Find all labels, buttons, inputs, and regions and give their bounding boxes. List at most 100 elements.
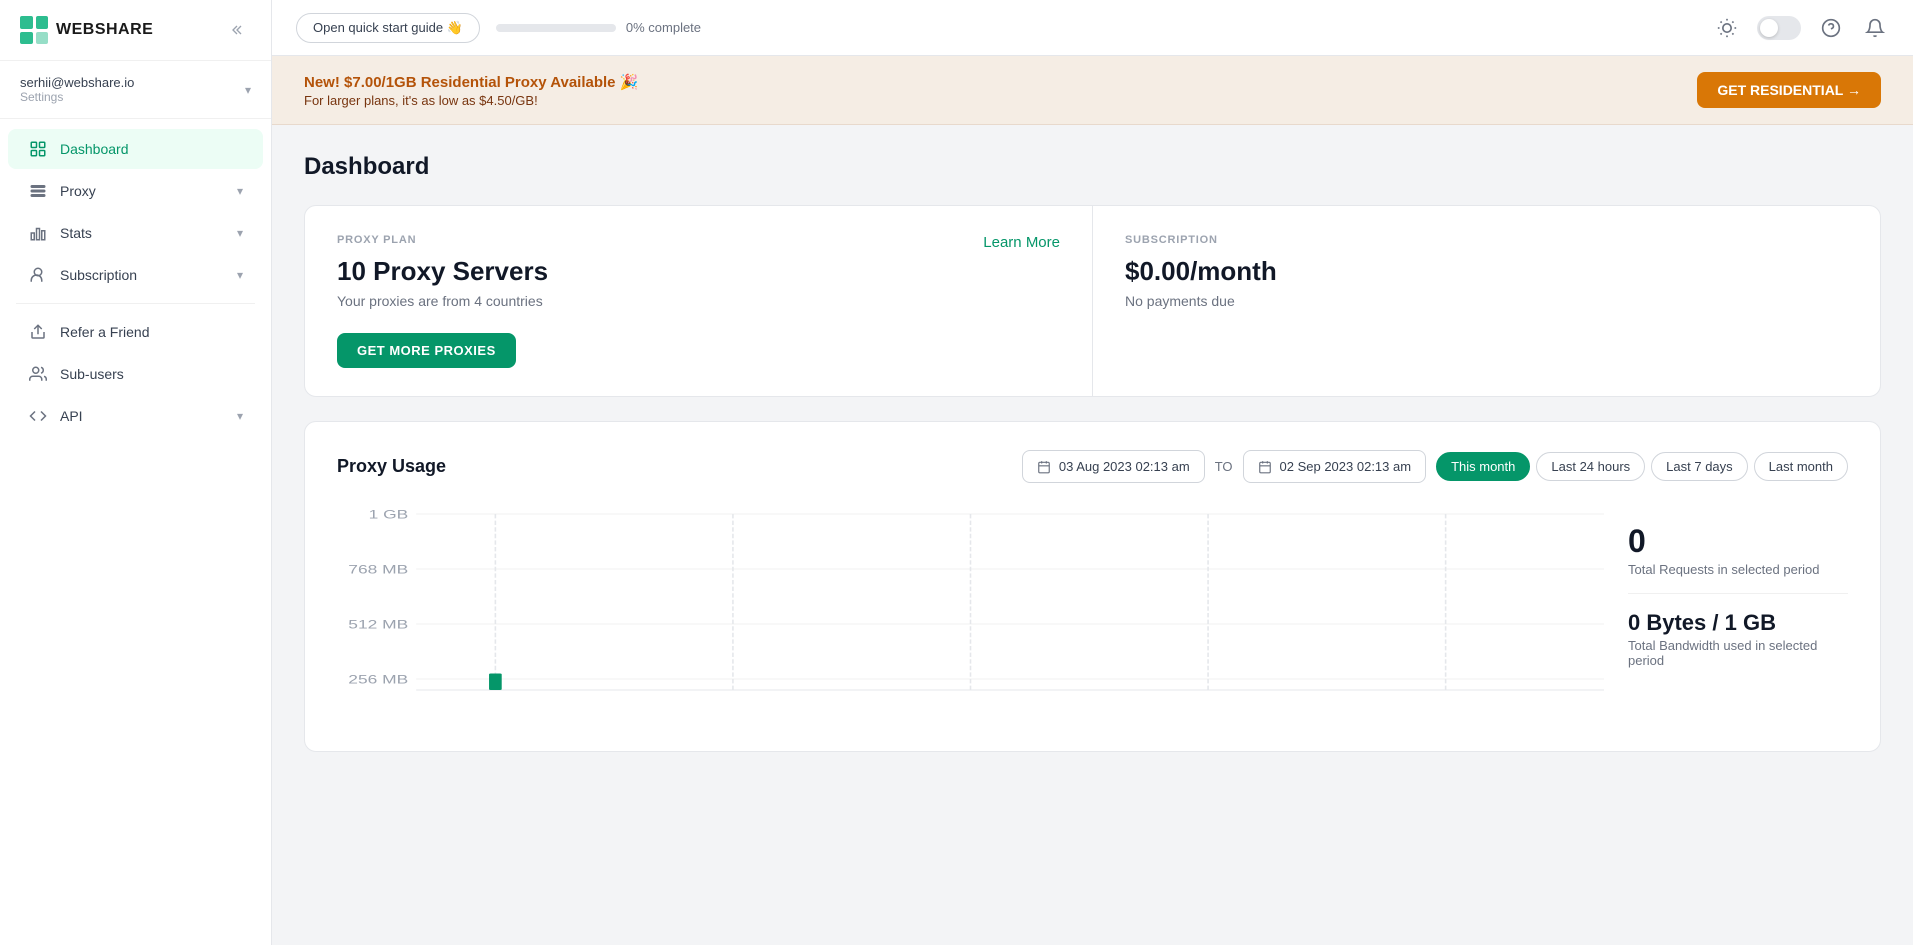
topbar-right (1713, 14, 1889, 42)
user-settings-label: Settings (20, 90, 237, 104)
sidebar-item-subusers-label: Sub-users (60, 366, 243, 382)
chart-area: 1 GB 768 MB 512 MB 256 MB (337, 503, 1848, 723)
topbar-left: Open quick start guide 👋 0% complete (296, 13, 701, 43)
stat-divider (1628, 593, 1848, 594)
date-separator: TO (1215, 459, 1233, 474)
filter-last-24-label: Last 24 hours (1551, 459, 1630, 474)
get-more-proxies-label: GET MORE PROXIES (357, 343, 496, 358)
bandwidth-label: Total Bandwidth used in selected period (1628, 638, 1848, 668)
date-to-value: 02 Sep 2023 02:13 am (1280, 459, 1412, 474)
sidebar-navigation: Dashboard Proxy ▾ Stats ▾ Subscription ▾ (0, 119, 271, 945)
svg-text:1 GB: 1 GB (369, 508, 409, 522)
filter-last-month[interactable]: Last month (1754, 452, 1848, 481)
calendar-icon (1037, 460, 1051, 474)
sidebar-item-dashboard[interactable]: Dashboard (8, 129, 263, 169)
dashboard-icon (28, 139, 48, 159)
filter-last-7-days[interactable]: Last 7 days (1651, 452, 1748, 481)
progress-bar-outer (496, 24, 616, 32)
get-more-proxies-button[interactable]: GET MORE PROXIES (337, 333, 516, 368)
proxy-chevron-icon: ▾ (237, 184, 243, 198)
filter-last-24-hours[interactable]: Last 24 hours (1536, 452, 1645, 481)
proxy-usage-section: Proxy Usage 03 Aug 2023 02:13 am TO 02 S… (304, 421, 1881, 752)
sidebar-logo-area: WEBSHARE (0, 0, 271, 61)
topbar: Open quick start guide 👋 0% complete (272, 0, 1913, 56)
user-menu-chevron-icon: ▾ (245, 83, 251, 97)
nav-divider (16, 303, 255, 304)
proxy-plan-card: PROXY PLAN 10 Proxy Servers Your proxies… (305, 206, 1092, 396)
page-title: Dashboard (304, 153, 1881, 181)
get-residential-button[interactable]: GET RESIDENTIAL → (1697, 72, 1881, 108)
total-requests-value: 0 (1628, 523, 1848, 560)
subscription-status: No payments due (1125, 293, 1848, 309)
subscription-card-label: SUBSCRIPTION (1125, 234, 1848, 246)
promotional-banner: New! $7.00/1GB Residential Proxy Availab… (272, 56, 1913, 125)
usage-chart: 1 GB 768 MB 512 MB 256 MB (337, 503, 1604, 723)
summary-cards: PROXY PLAN 10 Proxy Servers Your proxies… (304, 205, 1881, 397)
refer-icon (28, 322, 48, 342)
subscription-icon (28, 265, 48, 285)
proxy-plan-label: PROXY PLAN (337, 234, 1060, 246)
quick-start-button[interactable]: Open quick start guide 👋 (296, 13, 480, 43)
calendar-to-icon (1258, 460, 1272, 474)
user-info: serhii@webshare.io Settings (20, 75, 237, 104)
sidebar-item-proxy-label: Proxy (60, 183, 225, 199)
sidebar-item-api[interactable]: API ▾ (8, 396, 263, 436)
progress-container: 0% complete (496, 20, 701, 35)
bandwidth-stat: 0 Bytes / 1 GB Total Bandwidth used in s… (1628, 610, 1848, 668)
subusers-icon (28, 364, 48, 384)
stats-icon (28, 223, 48, 243)
filter-this-month-label: This month (1451, 459, 1515, 474)
sidebar-item-refer[interactable]: Refer a Friend (8, 312, 263, 352)
theme-toggle-button[interactable] (1713, 14, 1741, 42)
bandwidth-value: 0 Bytes / 1 GB (1628, 610, 1848, 636)
usage-title: Proxy Usage (337, 456, 446, 477)
svg-text:256 MB: 256 MB (348, 673, 408, 687)
proxy-icon (28, 181, 48, 201)
dark-mode-toggle[interactable] (1757, 16, 1801, 40)
user-email: serhii@webshare.io (20, 75, 237, 90)
sidebar-item-stats-label: Stats (60, 225, 225, 241)
subscription-price: $0.00/month (1125, 256, 1848, 287)
sidebar-item-subusers[interactable]: Sub-users (8, 354, 263, 394)
api-chevron-icon: ▾ (237, 409, 243, 423)
date-from-value: 03 Aug 2023 02:13 am (1059, 459, 1190, 474)
sidebar-item-stats[interactable]: Stats ▾ (8, 213, 263, 253)
svg-text:768 MB: 768 MB (348, 563, 408, 577)
get-residential-label: GET RESIDENTIAL → (1717, 82, 1861, 98)
chart-container: 1 GB 768 MB 512 MB 256 MB (337, 503, 1604, 723)
page-body: Dashboard PROXY PLAN 10 Proxy Servers Yo… (272, 125, 1913, 945)
sidebar-item-subscription[interactable]: Subscription ▾ (8, 255, 263, 295)
proxy-plan-subtitle: Your proxies are from 4 countries (337, 293, 1060, 309)
sidebar-collapse-button[interactable] (227, 18, 251, 42)
total-requests-label: Total Requests in selected period (1628, 562, 1848, 577)
logo-icon (20, 16, 48, 44)
sidebar-item-refer-label: Refer a Friend (60, 324, 243, 340)
help-button[interactable] (1817, 14, 1845, 42)
banner-title: New! $7.00/1GB Residential Proxy Availab… (304, 73, 638, 91)
sidebar-item-dashboard-label: Dashboard (60, 141, 243, 157)
main-content: Open quick start guide 👋 0% complete (272, 0, 1913, 945)
subscription-card: SUBSCRIPTION $0.00/month No payments due (1092, 206, 1880, 396)
chart-stats: 0 Total Requests in selected period 0 By… (1628, 503, 1848, 723)
api-icon (28, 406, 48, 426)
usage-controls: 03 Aug 2023 02:13 am TO 02 Sep 2023 02:1… (1022, 450, 1848, 483)
notifications-button[interactable] (1861, 14, 1889, 42)
sidebar-item-proxy[interactable]: Proxy ▾ (8, 171, 263, 211)
sidebar-item-subscription-label: Subscription (60, 267, 225, 283)
banner-subtitle: For larger plans, it's as low as $4.50/G… (304, 93, 638, 108)
filter-last-month-label: Last month (1769, 459, 1833, 474)
quick-start-label: Open quick start guide 👋 (313, 20, 463, 36)
user-menu[interactable]: serhii@webshare.io Settings ▾ (0, 61, 271, 119)
filter-last-7-label: Last 7 days (1666, 459, 1733, 474)
logo-text: WEBSHARE (56, 21, 153, 39)
total-requests-stat: 0 Total Requests in selected period (1628, 523, 1848, 577)
learn-more-link[interactable]: Learn More (983, 234, 1060, 251)
stats-chevron-icon: ▾ (237, 226, 243, 240)
banner-text: New! $7.00/1GB Residential Proxy Availab… (304, 73, 638, 108)
usage-header: Proxy Usage 03 Aug 2023 02:13 am TO 02 S… (337, 450, 1848, 483)
date-to-picker[interactable]: 02 Sep 2023 02:13 am (1243, 450, 1427, 483)
filter-this-month[interactable]: This month (1436, 452, 1530, 481)
toggle-thumb (1760, 19, 1778, 37)
logo: WEBSHARE (20, 16, 153, 44)
date-from-picker[interactable]: 03 Aug 2023 02:13 am (1022, 450, 1205, 483)
